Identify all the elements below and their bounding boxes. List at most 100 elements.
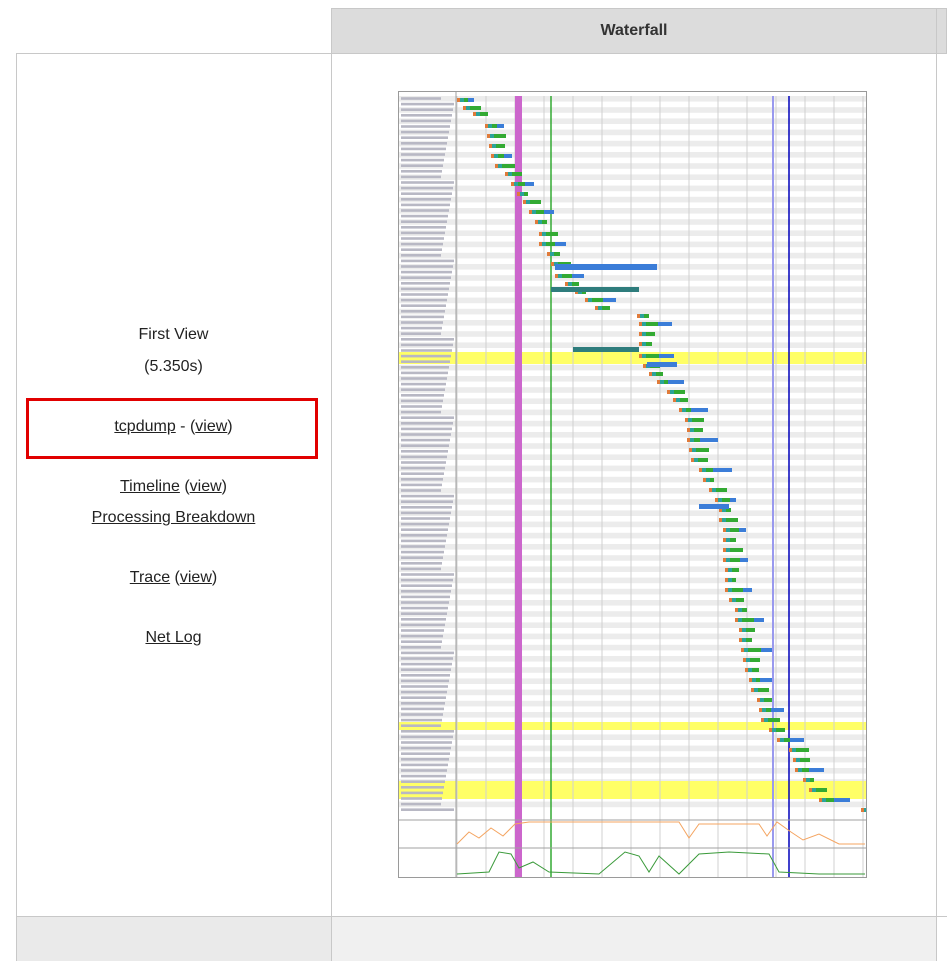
row-stripe <box>399 163 866 169</box>
request-bar-dns <box>643 364 646 368</box>
request-bar-connect <box>748 668 752 672</box>
request-label <box>401 640 442 643</box>
request-bar-ttfb <box>730 558 740 562</box>
request-label <box>401 343 453 347</box>
request-label <box>401 450 448 453</box>
request-bar-dns <box>769 728 772 732</box>
request-label <box>401 422 453 425</box>
request-label <box>401 578 453 582</box>
request-bar-connect <box>670 390 674 394</box>
request-label <box>401 679 449 683</box>
request-bar-dns <box>725 588 728 592</box>
request-bar-connect <box>812 788 816 792</box>
request-bar-connect <box>780 738 784 742</box>
request-bar-connect <box>550 252 554 256</box>
request-bar-dns <box>639 342 642 346</box>
request-bar-connect <box>772 728 776 732</box>
row-stripe <box>399 801 866 808</box>
timeline-link[interactable]: Timeline <box>120 478 180 495</box>
request-bar-dns <box>565 282 568 286</box>
request-bar-dns <box>687 428 690 432</box>
trace-view-link[interactable]: view <box>180 569 212 586</box>
request-label <box>401 466 445 470</box>
request-bar-ttfb <box>736 598 744 602</box>
processing-breakdown-line: Processing Breakdown <box>16 509 331 527</box>
request-bar-connect <box>490 134 494 138</box>
request-label <box>401 774 446 778</box>
request-bar-ttfb <box>602 306 610 310</box>
waterfall-column-header: Waterfall <box>331 8 937 54</box>
request-bar-dns <box>691 458 694 462</box>
row-stripe <box>399 297 866 304</box>
tcpdump-highlight-box <box>26 398 318 459</box>
request-label <box>401 248 442 251</box>
request-bar-ttfb <box>730 548 743 552</box>
request-bar-ttfb <box>644 314 649 318</box>
row-stripe <box>399 432 866 438</box>
request-bar-dns <box>495 164 498 168</box>
request-bar-long <box>551 287 639 292</box>
request-bar-download <box>497 124 504 128</box>
request-label <box>401 254 441 257</box>
request-label <box>401 186 453 190</box>
request-bar-ttfb <box>746 628 755 632</box>
row-stripe <box>399 252 866 259</box>
request-bar-dns <box>485 124 488 128</box>
row-stripe <box>399 219 866 225</box>
request-bar-connect <box>726 558 730 562</box>
request-label <box>401 590 451 593</box>
processing-breakdown-link[interactable]: Processing Breakdown <box>92 509 256 526</box>
request-bar-ttfb <box>494 134 506 138</box>
request-label <box>401 562 442 565</box>
request-bar-connect <box>806 778 810 782</box>
request-label <box>401 147 446 151</box>
request-bar-ttfb <box>554 252 560 256</box>
row-stripe <box>399 387 866 393</box>
row-stripe <box>399 544 866 550</box>
request-bar-download <box>504 154 512 158</box>
row-stripe <box>399 320 866 326</box>
request-bar-dns <box>725 578 728 582</box>
row-stripe <box>399 140 866 147</box>
request-bar-dns <box>723 548 726 552</box>
trace-link[interactable]: Trace <box>130 569 170 586</box>
net-log-link[interactable]: Net Log <box>145 629 201 646</box>
request-label <box>401 315 444 319</box>
waterfall-thumbnail[interactable] <box>398 91 867 878</box>
request-label <box>401 718 442 722</box>
request-label <box>401 601 449 604</box>
request-bar-dns <box>555 274 558 278</box>
request-bar-dns <box>547 252 550 256</box>
row-stripe <box>399 364 866 371</box>
request-label <box>401 282 450 285</box>
timeline-view-link[interactable]: view <box>190 478 222 495</box>
request-bar-ttfb <box>470 106 481 110</box>
row-stripe <box>399 712 866 718</box>
request-bar-ttfb <box>742 618 754 622</box>
request-bar-download <box>555 242 566 246</box>
request-bar-dns <box>751 688 754 692</box>
request-bar-ttfb <box>498 154 504 158</box>
request-label <box>401 332 441 335</box>
request-bar-long <box>573 347 639 352</box>
request-bar-ttfb <box>464 98 468 102</box>
request-bar-download <box>713 468 732 472</box>
request-label <box>401 483 442 487</box>
request-label <box>401 758 449 761</box>
request-bar-connect <box>754 688 758 692</box>
request-bar-connect <box>520 192 524 196</box>
waterfall-graphic <box>399 92 866 877</box>
row-stripe <box>399 700 866 707</box>
request-bar-ttfb <box>726 518 738 522</box>
request-bar-connect <box>738 608 742 612</box>
request-bar-download <box>691 408 708 412</box>
highlighted-row <box>399 722 866 730</box>
timeline-close-paren: ) <box>221 478 227 495</box>
request-label <box>401 326 442 330</box>
request-bar-dns <box>803 778 806 782</box>
request-bar-dns <box>729 598 732 602</box>
request-label <box>401 416 454 419</box>
request-bar-ttfb <box>518 182 525 186</box>
request-label <box>401 231 445 235</box>
request-label <box>401 114 452 117</box>
